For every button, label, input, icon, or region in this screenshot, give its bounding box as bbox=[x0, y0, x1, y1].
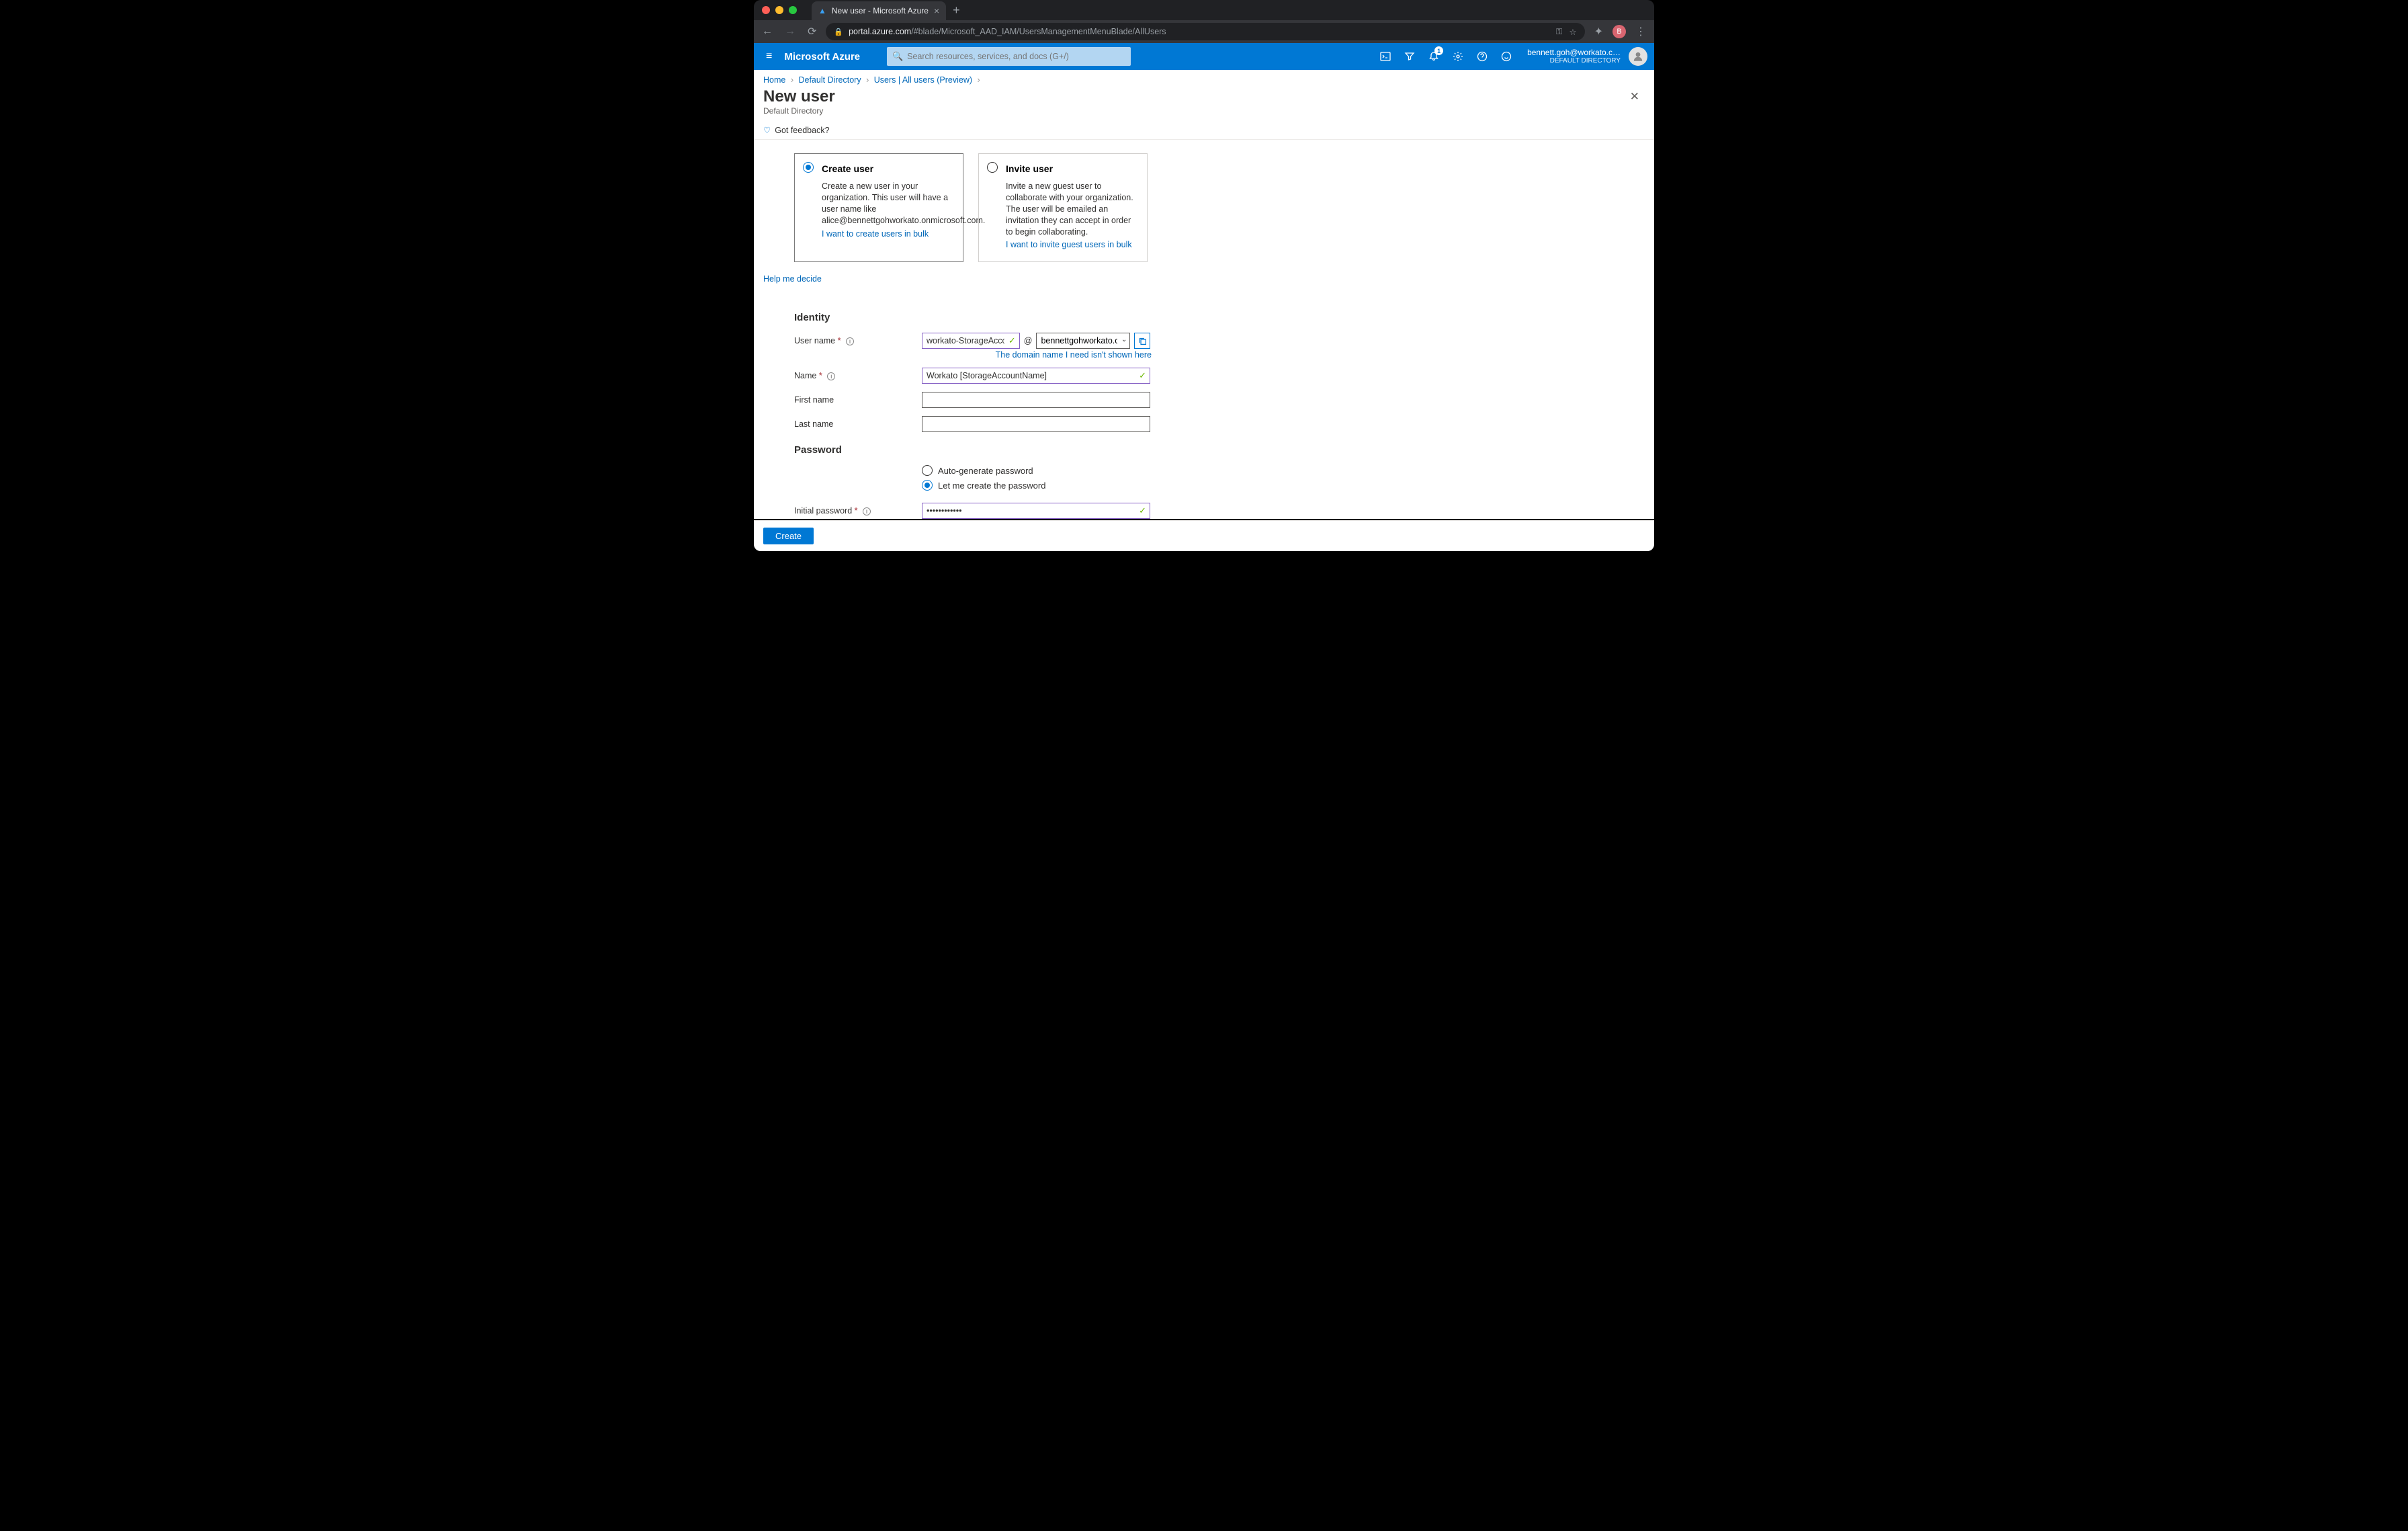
create-user-desc: Create a new user in your organization. … bbox=[822, 181, 952, 226]
crumb-directory[interactable]: Default Directory bbox=[798, 75, 861, 85]
profile-badge[interactable]: B bbox=[1612, 25, 1626, 38]
feedback-label: Got feedback? bbox=[775, 126, 829, 135]
domain-select[interactable]: bennettgohworkato.onmi… bbox=[1036, 333, 1130, 349]
directory-filter-icon[interactable] bbox=[1398, 43, 1421, 70]
window-close-dot[interactable] bbox=[762, 6, 770, 14]
url-path: /#blade/Microsoft_AAD_IAM/UsersManagemen… bbox=[911, 27, 1166, 36]
browser-tab-strip: ▲ New user - Microsoft Azure × + bbox=[754, 0, 1654, 20]
search-icon: 🔍 bbox=[892, 51, 903, 62]
address-bar[interactable]: 🔒 portal.azure.com/#blade/Microsoft_AAD_… bbox=[826, 23, 1584, 40]
initial-password-label: Initial password * i bbox=[794, 503, 922, 515]
reload-icon[interactable]: ⟳ bbox=[805, 25, 819, 38]
first-name-label: First name bbox=[794, 392, 922, 405]
tab-title: New user - Microsoft Azure bbox=[832, 6, 929, 15]
first-name-input[interactable] bbox=[922, 392, 1150, 408]
manual-pw-label: Let me create the password bbox=[938, 481, 1045, 491]
invite-user-desc: Invite a new guest user to collaborate w… bbox=[1006, 181, 1136, 237]
info-icon[interactable]: i bbox=[846, 337, 854, 345]
last-name-label: Last name bbox=[794, 416, 922, 429]
window-min-dot[interactable] bbox=[775, 6, 783, 14]
browser-tab[interactable]: ▲ New user - Microsoft Azure × bbox=[812, 1, 946, 20]
feedback-link[interactable]: ♡ Got feedback? bbox=[754, 121, 1654, 140]
create-bulk-link[interactable]: I want to create users in bulk bbox=[822, 229, 929, 239]
avatar[interactable] bbox=[1629, 47, 1647, 66]
forward-icon[interactable]: → bbox=[782, 26, 798, 38]
settings-icon[interactable] bbox=[1447, 43, 1469, 70]
brand-label[interactable]: Microsoft Azure bbox=[784, 51, 887, 63]
info-icon[interactable]: i bbox=[863, 507, 871, 515]
browser-menu-icon[interactable]: ⋮ bbox=[1633, 25, 1649, 38]
back-icon[interactable]: ← bbox=[759, 26, 775, 38]
invite-user-title: Invite user bbox=[1006, 163, 1136, 174]
domain-missing-link[interactable]: The domain name I need isn't shown here bbox=[996, 350, 1152, 360]
close-blade-icon[interactable]: ✕ bbox=[1630, 90, 1639, 104]
auto-generate-password-option[interactable]: Auto-generate password bbox=[922, 465, 1150, 476]
close-tab-icon[interactable]: × bbox=[934, 5, 939, 16]
initial-password-input[interactable] bbox=[922, 503, 1150, 519]
create-user-title: Create user bbox=[822, 163, 952, 174]
heart-icon: ♡ bbox=[763, 125, 771, 135]
page-title: New user bbox=[763, 87, 1645, 106]
radio-icon bbox=[922, 480, 933, 491]
auto-pw-label: Auto-generate password bbox=[938, 466, 1033, 476]
chevron-right-icon: › bbox=[788, 75, 796, 85]
name-label: Name * i bbox=[794, 368, 922, 380]
username-input[interactable] bbox=[922, 333, 1020, 349]
check-icon: ✓ bbox=[1139, 505, 1146, 516]
last-name-input[interactable] bbox=[922, 416, 1150, 432]
account-email: bennett.goh@workato.c… bbox=[1527, 48, 1621, 57]
username-label: User name * i bbox=[794, 333, 922, 345]
check-icon: ✓ bbox=[1008, 335, 1016, 346]
at-separator: @ bbox=[1024, 336, 1033, 345]
radio-icon bbox=[922, 465, 933, 476]
invite-bulk-link[interactable]: I want to invite guest users in bulk bbox=[1006, 240, 1132, 249]
lock-icon: 🔒 bbox=[834, 28, 843, 36]
info-icon[interactable]: i bbox=[827, 372, 835, 380]
account-directory: DEFAULT DIRECTORY bbox=[1527, 57, 1621, 65]
cloud-shell-icon[interactable] bbox=[1374, 43, 1397, 70]
star-icon[interactable]: ☆ bbox=[1569, 27, 1576, 37]
manual-password-option[interactable]: Let me create the password bbox=[922, 480, 1150, 491]
chevron-right-icon: › bbox=[863, 75, 871, 85]
invite-user-card[interactable]: Invite user Invite a new guest user to c… bbox=[978, 153, 1148, 262]
url-host: portal.azure.com bbox=[849, 27, 911, 36]
page-content: Home › Default Directory › Users | All u… bbox=[754, 70, 1654, 519]
create-user-card[interactable]: Create user Create a new user in your or… bbox=[794, 153, 963, 262]
azure-favicon-icon: ▲ bbox=[818, 6, 826, 15]
copy-username-button[interactable] bbox=[1134, 333, 1150, 349]
help-me-decide-link[interactable]: Help me decide bbox=[763, 274, 822, 284]
page-subtitle: Default Directory bbox=[763, 106, 1645, 116]
notifications-icon[interactable]: 1 bbox=[1422, 43, 1445, 70]
azure-top-bar: ≡ Microsoft Azure 🔍 1 bbox=[754, 43, 1654, 70]
create-button[interactable]: Create bbox=[763, 528, 814, 544]
check-icon: ✓ bbox=[1139, 370, 1146, 381]
password-section-title: Password bbox=[794, 444, 1645, 456]
crumb-users[interactable]: Users | All users (Preview) bbox=[874, 75, 972, 85]
name-input[interactable] bbox=[922, 368, 1150, 384]
create-user-radio[interactable] bbox=[803, 162, 814, 173]
extensions-icon[interactable]: ✦ bbox=[1592, 25, 1606, 38]
invite-user-radio[interactable] bbox=[987, 162, 998, 173]
help-icon[interactable] bbox=[1471, 43, 1494, 70]
breadcrumb: Home › Default Directory › Users | All u… bbox=[754, 70, 1654, 86]
browser-toolbar: ← → ⟳ 🔒 portal.azure.com/#blade/Microsof… bbox=[754, 20, 1654, 43]
blade-footer: Create bbox=[754, 520, 1654, 551]
key-icon[interactable]: ⚿ bbox=[1556, 27, 1563, 37]
account-info[interactable]: bennett.goh@workato.c… DEFAULT DIRECTORY bbox=[1522, 48, 1626, 65]
crumb-home[interactable]: Home bbox=[763, 75, 785, 85]
new-tab-button[interactable]: + bbox=[946, 3, 967, 17]
feedback-smile-icon[interactable] bbox=[1495, 43, 1518, 70]
window-max-dot[interactable] bbox=[789, 6, 797, 14]
global-search-input[interactable] bbox=[887, 47, 1130, 66]
window-controls bbox=[754, 6, 805, 14]
notif-count: 1 bbox=[1434, 46, 1443, 55]
chevron-right-icon: › bbox=[975, 75, 983, 85]
identity-section-title: Identity bbox=[794, 312, 1645, 323]
hamburger-icon[interactable]: ≡ bbox=[754, 50, 784, 63]
